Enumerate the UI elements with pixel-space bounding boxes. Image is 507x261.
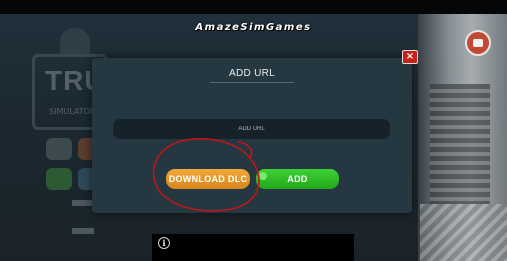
info-icon[interactable]: i [158,237,170,249]
menu-label [72,200,92,206]
top-bar [0,0,507,14]
menu-label [72,228,94,234]
dialog-title: ADD URL [229,68,275,79]
title-divider [210,82,294,83]
chat-button[interactable] [465,30,491,56]
url-input[interactable] [113,119,390,139]
chat-icon [473,39,483,47]
download-dlc-button[interactable]: DOWNLOAD DLC [166,169,250,189]
truck-grill [430,84,490,204]
road-image [420,204,507,261]
menu-icon [46,138,72,160]
add-button[interactable]: ADD [256,169,339,189]
menu-icon [46,168,72,190]
watermark-title: AmazeSimGames [195,22,312,33]
ad-banner[interactable] [152,234,354,261]
close-button[interactable]: × [402,50,418,64]
